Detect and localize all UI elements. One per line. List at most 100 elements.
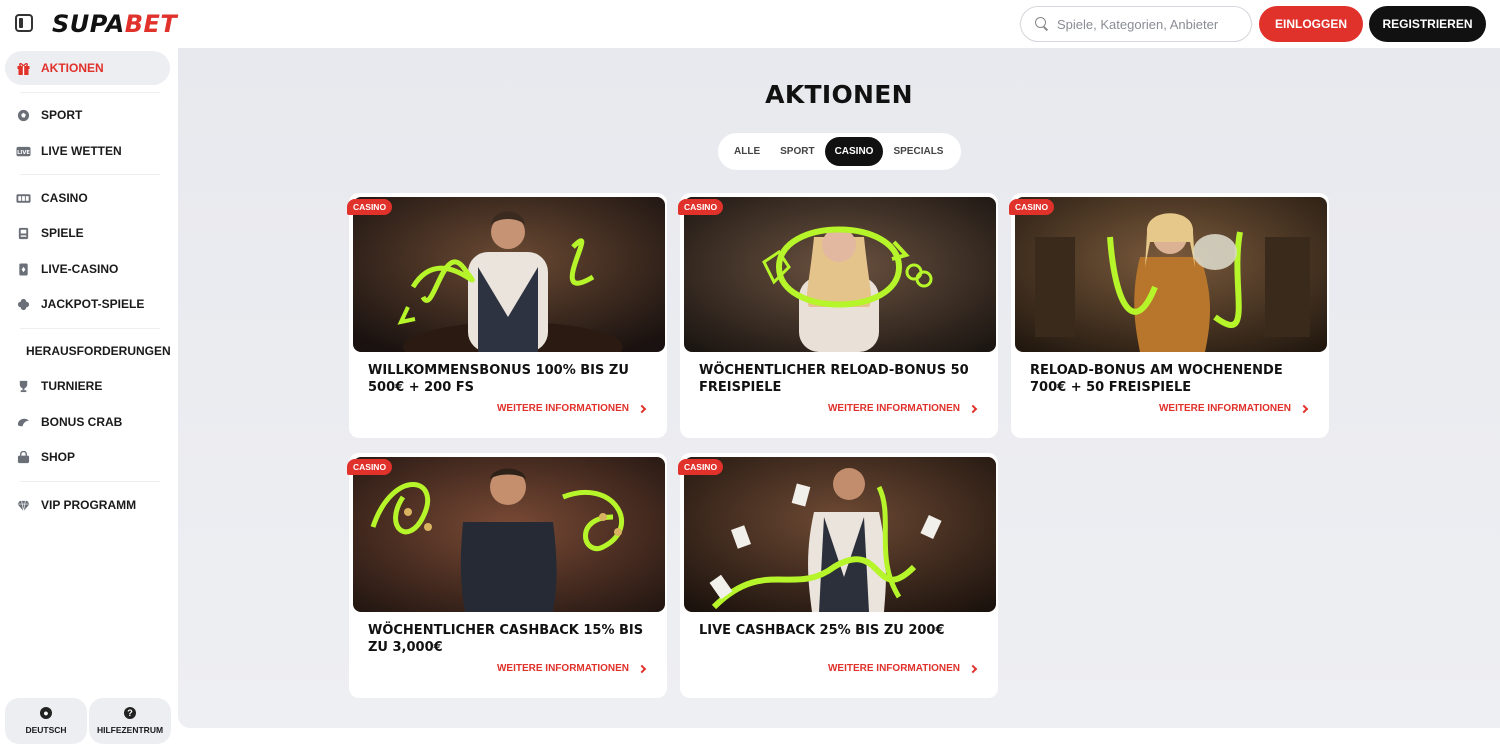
supabet-logo[interactable]: SUPABET bbox=[52, 10, 177, 38]
sidebar-item-label: LIVE-CASINO bbox=[41, 262, 119, 276]
divider bbox=[20, 174, 160, 175]
promo-image bbox=[684, 197, 996, 352]
promo-filter-tabs: ALLE SPORT CASINO SPECIALS bbox=[718, 133, 961, 170]
sidebar-toggle-icon[interactable] bbox=[15, 14, 33, 32]
promo-card[interactable]: CASINO LIVE CASHBACK 25% BIS ZU 200€ WEI… bbox=[678, 453, 998, 698]
svg-text:LIVE: LIVE bbox=[17, 149, 30, 155]
promo-title: LIVE CASHBACK 25% BIS ZU 200€ bbox=[699, 623, 945, 638]
page-title: AKTIONEN bbox=[765, 80, 913, 109]
search-input[interactable] bbox=[1057, 16, 1247, 32]
sidebar-item-label: AKTIONEN bbox=[41, 61, 104, 75]
chevron-right-icon bbox=[1299, 404, 1309, 413]
globe-icon: ● bbox=[40, 707, 52, 719]
sidebar-item-herausforderungen[interactable]: HERAUSFORDERUNGEN bbox=[5, 334, 171, 368]
chevron-right-icon bbox=[968, 404, 978, 413]
sidebar-item-live-wetten[interactable]: LIVE LIVE WETTEN bbox=[5, 134, 170, 168]
promo-title: WÖCHENTLICHER RELOAD-BONUS 50 FREISPIELE bbox=[699, 363, 969, 395]
clover-icon bbox=[17, 298, 30, 310]
sidebar-item-label: BONUS CRAB bbox=[41, 415, 123, 429]
sidebar-item-shop[interactable]: SHOP bbox=[5, 440, 170, 474]
sidebar-item-casino[interactable]: CASINO bbox=[5, 181, 170, 215]
sidebar-item-jackpot-spiele[interactable]: JACKPOT-SPIELE bbox=[5, 287, 170, 321]
question-icon: ? bbox=[124, 707, 136, 719]
register-button[interactable]: REGISTRIEREN bbox=[1369, 6, 1486, 42]
tab-sport[interactable]: SPORT bbox=[770, 137, 824, 166]
promo-title: WÖCHENTLICHER CASHBACK 15% BIS ZU 3,000€ bbox=[368, 623, 644, 655]
more-info-label: WEITERE INFORMATIONEN bbox=[496, 403, 629, 414]
sidebar-item-label: LIVE WETTEN bbox=[41, 144, 122, 158]
sidebar-item-label: HERAUSFORDERUNGEN bbox=[26, 344, 171, 358]
trophy-icon bbox=[19, 380, 28, 392]
top-header: SUPABET EINLOGGEN REGISTRIEREN bbox=[0, 0, 1500, 48]
tab-specials[interactable]: SPECIALS bbox=[883, 137, 953, 166]
crab-icon bbox=[17, 418, 30, 426]
more-info-label: WEITERE INFORMATIONEN bbox=[827, 403, 960, 414]
sidebar-item-bonus-crab[interactable]: BONUS CRAB bbox=[5, 405, 170, 439]
login-button[interactable]: EINLOGGEN bbox=[1259, 6, 1363, 42]
category-badge: CASINO bbox=[678, 459, 724, 475]
help-label: HILFEZENTRUM bbox=[96, 725, 164, 735]
divider bbox=[20, 92, 160, 93]
sidebar-item-spiele[interactable]: SPIELE bbox=[5, 216, 170, 250]
more-info-link[interactable]: WEITERE INFORMATIONEN bbox=[827, 663, 978, 674]
diamond-icon bbox=[17, 500, 30, 511]
main-content: AKTIONEN ALLE SPORT CASINO SPECIALS CASI… bbox=[178, 48, 1500, 728]
more-info-link[interactable]: WEITERE INFORMATIONEN bbox=[496, 403, 647, 414]
sidebar: AKTIONEN SPORT LIVE LIVE WETTEN CASINO S… bbox=[0, 48, 178, 750]
search-box[interactable] bbox=[1020, 6, 1252, 42]
game-machine-icon bbox=[18, 227, 29, 239]
more-info-link[interactable]: WEITERE INFORMATIONEN bbox=[496, 663, 647, 674]
soccer-ball-icon bbox=[17, 109, 30, 121]
footer-strip bbox=[178, 728, 1500, 750]
help-center-button[interactable]: ? HILFEZENTRUM bbox=[89, 698, 171, 744]
promo-title: WILLKOMMENSBONUS 100% BIS ZU 500€ + 200 … bbox=[368, 363, 629, 395]
promo-card[interactable]: CASINO RELOAD-BONUS AM WOCHENENDE 700€ +… bbox=[1009, 193, 1329, 438]
more-info-link[interactable]: WEITERE INFORMATIONEN bbox=[827, 403, 978, 414]
logo-text-supa: SUPA bbox=[52, 10, 125, 38]
shop-icon bbox=[17, 450, 30, 463]
logo-text-bet: BET bbox=[124, 10, 178, 38]
sidebar-item-label: VIP PROGRAMM bbox=[41, 498, 137, 512]
search-icon bbox=[1035, 17, 1049, 31]
promo-image bbox=[684, 457, 996, 612]
promo-image bbox=[353, 197, 665, 352]
sidebar-item-aktionen[interactable]: AKTIONEN bbox=[5, 51, 170, 85]
tab-alle[interactable]: ALLE bbox=[724, 137, 770, 166]
more-info-label: WEITERE INFORMATIONEN bbox=[1158, 403, 1291, 414]
promo-title: RELOAD-BONUS AM WOCHENENDE 700€ + 50 FRE… bbox=[1030, 363, 1283, 395]
sidebar-item-live-casino[interactable]: LIVE-CASINO bbox=[5, 252, 170, 286]
divider bbox=[20, 328, 160, 329]
category-badge: CASINO bbox=[347, 459, 393, 475]
sidebar-item-turniere[interactable]: TURNIERE bbox=[5, 369, 170, 403]
chevron-right-icon bbox=[637, 664, 647, 673]
chevron-right-icon bbox=[637, 404, 647, 413]
promo-image bbox=[353, 457, 665, 612]
divider bbox=[20, 481, 160, 482]
sidebar-item-sport[interactable]: SPORT bbox=[5, 98, 170, 132]
sidebar-item-vip-programm[interactable]: VIP PROGRAMM bbox=[5, 488, 170, 522]
chevron-right-icon bbox=[968, 664, 978, 673]
category-badge: CASINO bbox=[347, 199, 393, 215]
sidebar-item-label: SPIELE bbox=[41, 226, 84, 240]
sidebar-item-label: TURNIERE bbox=[41, 379, 103, 393]
promo-card[interactable]: CASINO WÖCHENTLICHER RELOAD-BONUS 50 FRE… bbox=[678, 193, 998, 438]
promo-card[interactable]: CASINO WILLKOMMENSBONUS 100% BIS ZU 500€… bbox=[347, 193, 667, 438]
tab-casino[interactable]: CASINO bbox=[824, 137, 884, 166]
language-label: DEUTSCH bbox=[25, 725, 67, 735]
category-badge: CASINO bbox=[1009, 199, 1055, 215]
language-button[interactable]: ● DEUTSCH bbox=[5, 698, 87, 744]
promo-image bbox=[1015, 197, 1327, 352]
more-info-link[interactable]: WEITERE INFORMATIONEN bbox=[1158, 403, 1309, 414]
live-icon: LIVE bbox=[16, 146, 31, 156]
card-icon bbox=[19, 262, 28, 276]
sidebar-item-label: SHOP bbox=[41, 450, 76, 464]
sidebar-item-label: CASINO bbox=[41, 191, 88, 205]
sidebar-item-label: SPORT bbox=[41, 108, 83, 122]
gift-icon bbox=[17, 62, 30, 75]
promo-card[interactable]: CASINO WÖCHENTLICHER CASHBACK 15% BIS ZU… bbox=[347, 453, 667, 698]
more-info-label: WEITERE INFORMATIONEN bbox=[827, 663, 960, 674]
category-badge: CASINO bbox=[678, 199, 724, 215]
sidebar-item-label: JACKPOT-SPIELE bbox=[41, 297, 145, 311]
more-info-label: WEITERE INFORMATIONEN bbox=[496, 663, 629, 674]
slot-machine-icon bbox=[16, 193, 31, 203]
